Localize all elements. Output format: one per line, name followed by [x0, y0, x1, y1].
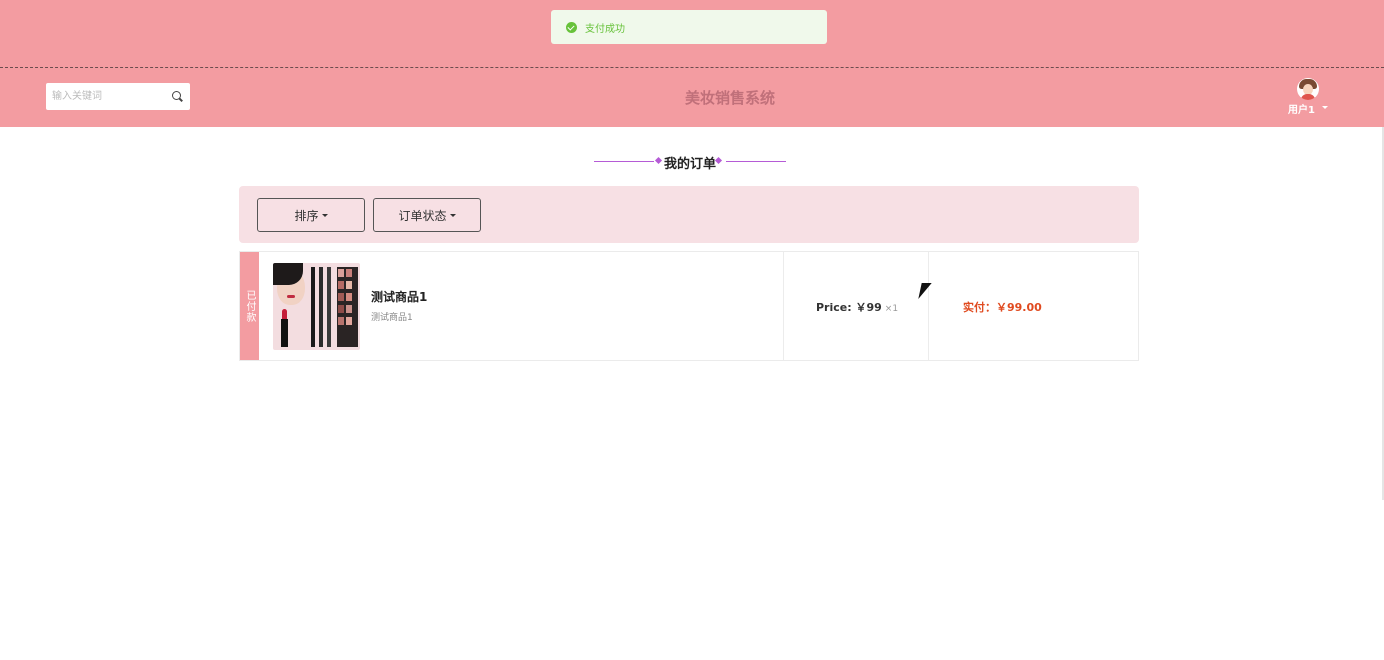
order-status-badge: 已付款 — [240, 252, 259, 360]
quantity: ×1 — [884, 304, 899, 314]
eyeshadow-palette-icon — [337, 267, 358, 347]
header-divider — [0, 67, 1384, 68]
user-name[interactable]: 用户1 — [1288, 101, 1315, 116]
sort-button-label: 排序 — [294, 208, 319, 223]
site-title: 美妆销售系统 — [684, 89, 775, 107]
caret-down-icon — [449, 213, 456, 217]
paid-value: ￥99.00 — [996, 301, 1042, 314]
unit-price: Price: ￥99 ×1 — [816, 299, 898, 315]
column-divider — [783, 252, 784, 360]
search-input[interactable] — [46, 83, 164, 110]
eyeliner-pencil-icon — [311, 267, 315, 347]
success-toast: 支付成功 — [551, 10, 827, 44]
avatar[interactable] — [1297, 78, 1319, 100]
page-title: 我的订单 — [594, 152, 786, 172]
search-icon[interactable] — [172, 91, 181, 100]
order-status-button-label: 订单状态 — [398, 208, 447, 223]
product-image-lips — [287, 295, 295, 298]
user-menu[interactable]: 用户1 — [1285, 78, 1331, 118]
filter-bar: 排序 订单状态 — [239, 186, 1139, 243]
product-name[interactable]: 测试商品1 — [371, 288, 427, 305]
order-card[interactable]: 已付款 测试商品1 测试商品1 Price: ￥99 ×1 实付：￥99.00 — [239, 251, 1139, 361]
chevron-down-icon[interactable] — [1322, 106, 1328, 109]
price-value: ￥99 — [855, 301, 882, 314]
lipstick-icon — [281, 309, 288, 347]
diamond-icon — [654, 156, 663, 165]
product-description: 测试商品1 — [371, 313, 413, 323]
order-status-text: 已付款 — [244, 289, 255, 323]
success-check-icon — [566, 21, 577, 33]
mascara-icon — [327, 267, 331, 347]
price-label: Price: — [816, 301, 852, 314]
sort-button[interactable]: 排序 — [257, 198, 365, 232]
page-title-text: 我的订单 — [663, 157, 716, 172]
paid-label: 实付： — [963, 301, 996, 314]
order-status-button[interactable]: 订单状态 — [373, 198, 481, 232]
search-box — [46, 83, 190, 110]
column-divider — [928, 252, 929, 360]
title-ornament-line-right — [726, 161, 786, 162]
title-ornament-line-left — [594, 161, 654, 162]
paid-amount: 实付：￥99.00 — [963, 299, 1042, 315]
toast-message: 支付成功 — [585, 23, 625, 35]
eyeliner-pencil-icon — [319, 267, 323, 347]
product-image[interactable] — [273, 263, 360, 350]
caret-down-icon — [321, 213, 328, 217]
avatar-shirt — [1301, 94, 1315, 100]
